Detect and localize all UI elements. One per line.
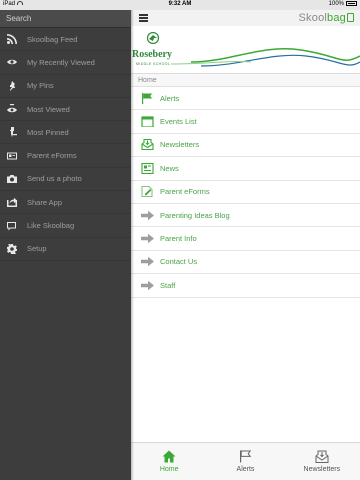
tab-newsletters[interactable]: Newsletters xyxy=(284,443,360,480)
rss-icon xyxy=(6,34,17,45)
tab-home[interactable]: Home xyxy=(131,443,207,480)
sidebar-item-label: Share App xyxy=(27,197,63,207)
flag-icon xyxy=(240,450,252,463)
pin-icon xyxy=(6,80,17,91)
eye-plus-icon xyxy=(6,104,17,115)
menu-item-label: Parent Info xyxy=(160,234,197,244)
sidebar-item-label: Setup xyxy=(27,244,47,254)
breadcrumb: Home xyxy=(131,74,360,87)
sidebar: Search Skoolbag Feed My Recently Viewed … xyxy=(0,10,131,480)
menu-item-alerts[interactable]: Alerts xyxy=(131,87,360,111)
newsletter-icon xyxy=(140,139,154,151)
main-panel: Skoolbag Rosebery MIDDLE SCHOOL Home Ale… xyxy=(131,10,360,480)
tab-bar: Home Alerts Newsletters xyxy=(131,442,360,480)
like-icon xyxy=(6,220,17,231)
top-bar: Skoolbag xyxy=(131,10,360,26)
sidebar-item-label: Skoolbag Feed xyxy=(27,34,78,44)
camera-icon xyxy=(6,173,17,184)
sidebar-item-recently-viewed[interactable]: My Recently Viewed xyxy=(0,51,131,75)
menu-item-news[interactable]: News xyxy=(131,157,360,181)
sidebar-item-label: My Recently Viewed xyxy=(27,57,95,67)
arrow-right-icon xyxy=(140,209,154,221)
menu-item-parent-info[interactable]: Parent Info xyxy=(131,227,360,251)
menu-item-newsletters[interactable]: Newsletters xyxy=(131,134,360,158)
menu-item-label: Newsletters xyxy=(160,140,200,150)
tab-label: Alerts xyxy=(236,466,255,473)
gear-icon xyxy=(6,243,17,254)
menu-item-events-list[interactable]: Events List xyxy=(131,110,360,134)
menu-item-label: Parent eForms xyxy=(160,187,210,197)
menu-item-parent-eforms[interactable]: Parent eForms xyxy=(131,181,360,204)
home-icon xyxy=(162,450,176,463)
home-menu-list: Alerts Events List Newsletters News Pare… xyxy=(131,87,360,298)
hamburger-menu-icon[interactable] xyxy=(139,14,148,22)
sidebar-item-label: My Pins xyxy=(27,81,54,91)
battery-indicator: 100% xyxy=(329,1,357,7)
sidebar-item-label: Parent eForms xyxy=(27,151,77,161)
sidebar-item-send-photo[interactable]: Send us a photo xyxy=(0,168,131,192)
panel-shadow xyxy=(131,10,134,480)
sidebar-item-most-viewed[interactable]: Most Viewed xyxy=(0,98,131,122)
news-icon xyxy=(140,162,154,174)
school-banner: Rosebery MIDDLE SCHOOL xyxy=(131,26,360,74)
pin-plus-icon xyxy=(6,127,17,138)
menu-item-label: Parenting Ideas Blog xyxy=(160,210,230,220)
school-crest-icon xyxy=(146,32,160,44)
tab-label: Newsletters xyxy=(303,466,341,473)
newsletter-icon xyxy=(315,450,329,463)
menu-item-label: Alerts xyxy=(160,93,180,103)
battery-icon xyxy=(346,1,357,6)
calendar-icon xyxy=(140,116,154,128)
arrow-right-icon xyxy=(140,233,154,245)
sidebar-item-skoolbag-feed[interactable]: Skoolbag Feed xyxy=(0,28,131,52)
menu-item-label: Contact Us xyxy=(160,257,198,267)
school-subtitle: MIDDLE SCHOOL xyxy=(136,62,171,66)
menu-item-contact-us[interactable]: Contact Us xyxy=(131,251,360,275)
bag-icon xyxy=(347,13,354,22)
search-field[interactable]: Search xyxy=(0,10,131,28)
arrow-right-icon xyxy=(140,279,154,291)
sidebar-item-label: Most Pinned xyxy=(27,127,69,137)
school-name: Rosebery xyxy=(132,49,172,60)
sidebar-item-like-skoolbag[interactable]: Like Skoolbag xyxy=(0,214,131,238)
menu-item-parenting-ideas-blog[interactable]: Parenting Ideas Blog xyxy=(131,204,360,228)
sidebar-item-share-app[interactable]: Share App xyxy=(0,191,131,215)
id-card-icon xyxy=(6,150,17,161)
eye-icon xyxy=(6,57,17,68)
arrow-right-icon xyxy=(140,256,154,268)
tab-alerts[interactable]: Alerts xyxy=(207,443,283,480)
sidebar-item-my-pins[interactable]: My Pins xyxy=(0,75,131,98)
menu-item-staff[interactable]: Staff xyxy=(131,274,360,298)
eform-icon xyxy=(140,186,154,198)
clock: 9:32 AM xyxy=(168,1,192,7)
sidebar-item-parent-eforms[interactable]: Parent eForms xyxy=(0,144,131,168)
flag-icon xyxy=(140,92,154,104)
sidebar-item-label: Like Skoolbag xyxy=(27,221,75,231)
sidebar-item-setup[interactable]: Setup xyxy=(0,238,131,261)
sidebar-item-most-pinned[interactable]: Most Pinned xyxy=(0,121,131,145)
skoolbag-logo: Skoolbag xyxy=(299,12,354,24)
sidebar-item-label: Most Viewed xyxy=(27,104,70,114)
share-icon xyxy=(6,197,17,208)
menu-item-label: News xyxy=(160,163,179,173)
status-bar: iPad 9:32 AM 100% xyxy=(0,0,360,10)
menu-item-label: Events List xyxy=(160,117,197,127)
tab-label: Home xyxy=(159,466,179,473)
sidebar-item-label: Send us a photo xyxy=(27,174,82,184)
menu-item-label: Staff xyxy=(160,280,176,290)
